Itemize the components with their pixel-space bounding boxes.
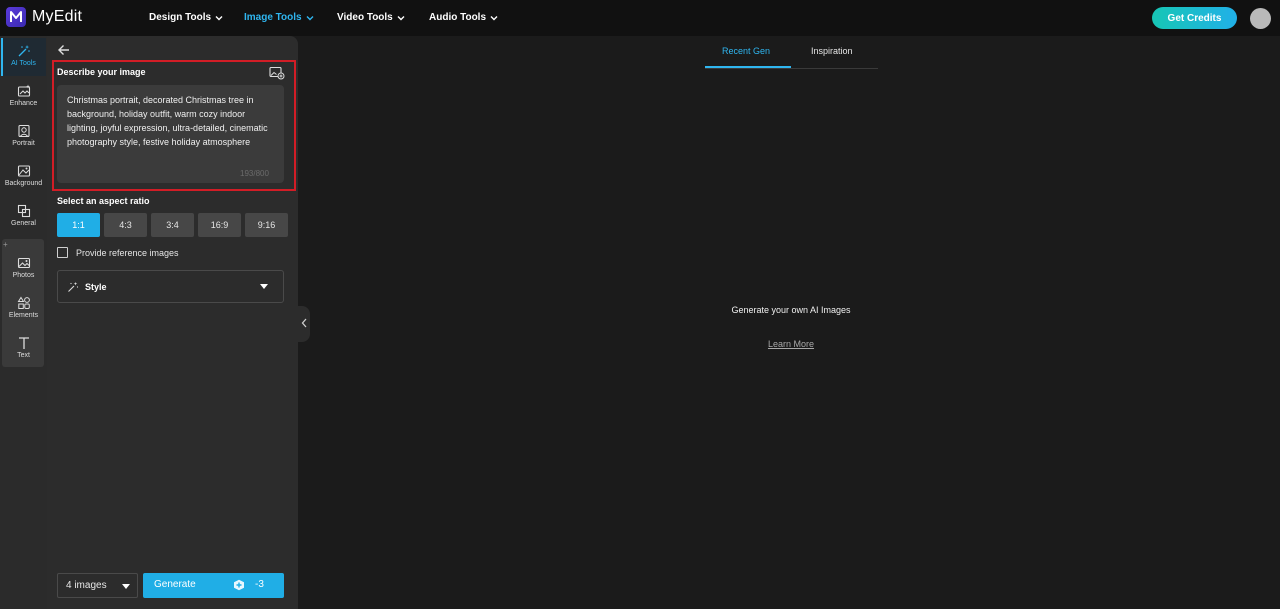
style-label: Style — [85, 281, 107, 292]
aspect-3-4-button[interactable]: 3:4 — [151, 213, 194, 237]
nav-label: Audio Tools — [429, 12, 487, 23]
chevron-down-icon — [397, 15, 405, 20]
sidebar-item-text[interactable]: Text — [0, 336, 47, 359]
sidebar-item-general[interactable]: General — [0, 204, 47, 227]
sidebar-item-label: Enhance — [9, 100, 38, 107]
sidebar-item-label: Photos — [12, 272, 35, 279]
top-bar: MyEdit Design Tools Image Tools Video To… — [0, 0, 1280, 36]
aspect-4-3-button[interactable]: 4:3 — [104, 213, 147, 237]
char-count: 193/800 — [240, 169, 269, 178]
text-icon — [18, 337, 29, 349]
sidebar-item-label: Background — [4, 180, 43, 187]
generate-label: Generate — [154, 579, 196, 590]
nav-video-tools[interactable]: Video Tools — [337, 12, 405, 23]
ai-image-panel: Describe your image Christmas portrait, … — [47, 36, 298, 609]
generate-cost: -3 — [255, 579, 264, 590]
sidebar-item-elements[interactable]: Elements — [0, 296, 47, 319]
chevron-down-icon — [306, 15, 314, 20]
aspect-9-16-button[interactable]: 9:16 — [245, 213, 288, 237]
sidebar-item-label: Text — [17, 352, 30, 359]
sidebar-item-label: General — [11, 220, 36, 227]
back-arrow-icon[interactable] — [57, 43, 71, 57]
chevron-down-icon — [215, 15, 223, 20]
image-upload-icon[interactable] — [269, 66, 285, 80]
tab-recent-gen[interactable]: Recent Gen — [722, 46, 770, 56]
nav-design-tools[interactable]: Design Tools — [149, 12, 223, 23]
chevron-down-icon — [490, 15, 498, 20]
general-icon — [17, 204, 30, 218]
sidebar-plus: + — [3, 240, 8, 249]
caret-down-icon — [260, 284, 268, 289]
app-name: MyEdit — [32, 8, 83, 25]
image-count-dropdown[interactable]: 4 images — [57, 573, 138, 598]
empty-state-message: Generate your own AI Images — [731, 305, 851, 315]
background-icon — [17, 165, 30, 177]
sidebar-item-portrait[interactable]: Portrait — [0, 124, 47, 147]
reference-images-checkbox[interactable] — [57, 247, 68, 258]
image-count-label: 4 images — [66, 580, 107, 591]
describe-title: Describe your image — [57, 67, 146, 77]
chevron-left-icon — [301, 318, 307, 328]
reference-images-label: Provide reference images — [76, 247, 179, 258]
enhance-icon — [17, 84, 30, 97]
results-tabs: Recent Gen Inspiration — [705, 42, 878, 69]
sidebar-item-label: AI Tools — [11, 60, 36, 67]
collapse-panel-tab[interactable] — [298, 306, 310, 342]
aspect-ratio-title: Select an aspect ratio — [57, 196, 150, 206]
get-credits-button[interactable]: Get Credits — [1152, 7, 1237, 29]
reference-images-option: Provide reference images — [57, 247, 179, 258]
photos-icon — [17, 257, 30, 269]
sidebar-item-enhance[interactable]: Enhance — [0, 84, 47, 107]
sidebar-item-label: Portrait — [12, 140, 35, 147]
avatar[interactable] — [1250, 8, 1271, 29]
caret-down-icon — [122, 584, 130, 589]
active-tab-underline — [705, 66, 791, 68]
nav-image-tools[interactable]: Image Tools — [244, 12, 314, 23]
portrait-icon — [17, 124, 30, 138]
nav-label: Video Tools — [337, 12, 393, 23]
nav-label: Image Tools — [244, 12, 302, 23]
aspect-ratio-options: 1:1 4:3 3:4 16:9 9:16 — [57, 213, 288, 237]
aspect-1-1-button[interactable]: 1:1 — [57, 213, 100, 237]
credit-icon — [234, 579, 244, 591]
tool-sidebar: + AI Tools Enhance Portrait Background G… — [0, 36, 47, 609]
style-dropdown[interactable]: Style — [57, 270, 284, 303]
generate-button[interactable]: Generate -3 — [143, 573, 284, 598]
describe-image-section: Describe your image Christmas portrait, … — [52, 60, 296, 191]
magic-wand-icon — [18, 45, 30, 57]
learn-more-link[interactable]: Learn More — [740, 339, 842, 349]
nav-audio-tools[interactable]: Audio Tools — [429, 12, 498, 23]
magic-wand-icon — [68, 281, 79, 292]
app-logo[interactable]: MyEdit — [6, 7, 82, 27]
nav-label: Design Tools — [149, 12, 212, 23]
sidebar-item-ai-tools[interactable]: AI Tools — [0, 44, 47, 67]
tab-inspiration[interactable]: Inspiration — [811, 46, 853, 56]
sidebar-item-photos[interactable]: Photos — [0, 256, 47, 279]
elements-icon — [17, 296, 30, 309]
sidebar-item-label: Elements — [8, 312, 39, 319]
sidebar-item-background[interactable]: Background — [0, 164, 47, 187]
aspect-16-9-button[interactable]: 16:9 — [198, 213, 241, 237]
myedit-logo-icon — [6, 7, 26, 27]
